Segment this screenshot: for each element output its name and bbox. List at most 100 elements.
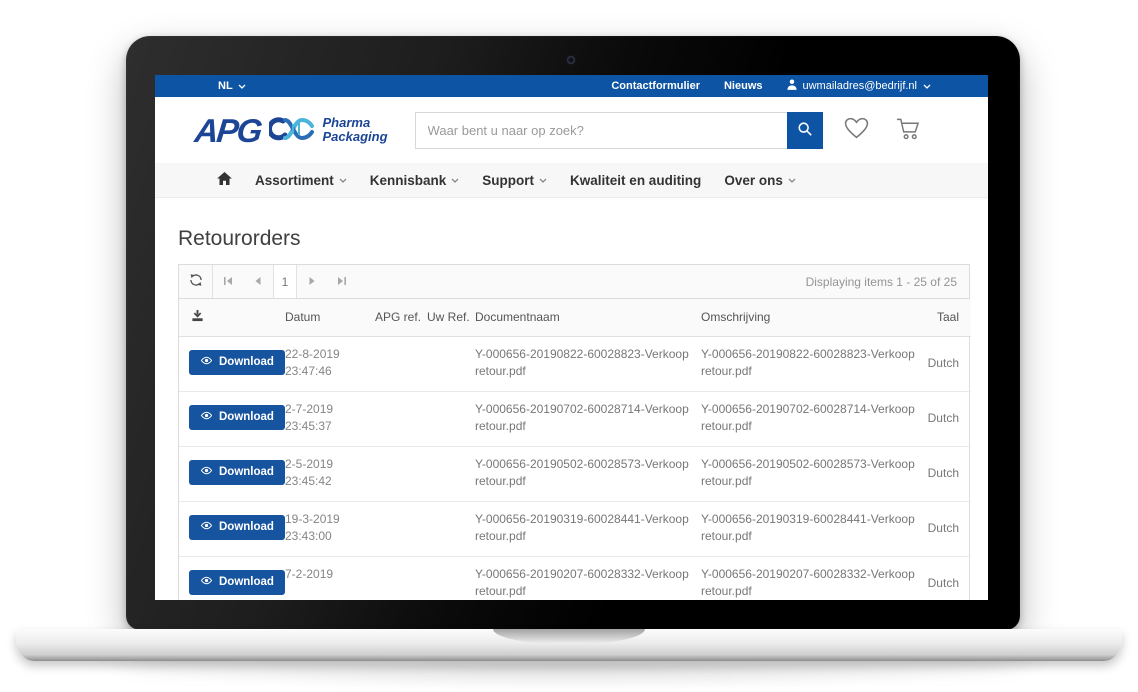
table-row: Download 2-5-2019 23:45:42 Y-000656-2019…: [179, 446, 971, 501]
language-cell: Dutch: [925, 556, 971, 600]
user-icon: [787, 79, 797, 93]
nav-kennisbank[interactable]: Kennisbank: [370, 173, 460, 188]
apg-ref-cell: [375, 446, 427, 501]
language-label: NL: [218, 80, 233, 92]
search-input[interactable]: [415, 112, 787, 149]
date-cell: 7-2-2019: [285, 556, 375, 600]
language-cell: Dutch: [925, 446, 971, 501]
download-button-label: Download: [219, 411, 274, 423]
laptop-reflection: [70, 664, 1068, 690]
laptop-mockup: NL Contactformulier Nieuws uwmailadres@b…: [0, 0, 1138, 692]
description-cell: Y-000656-20190502-60028573-Verkoop retou…: [701, 446, 925, 501]
download-button[interactable]: Download: [189, 405, 285, 430]
document-name-cell: Y-000656-20190319-60028441-Verkoop retou…: [475, 501, 701, 556]
document-name-cell: Y-000656-20190822-60028823-Verkoop retou…: [475, 336, 701, 391]
cart-button[interactable]: [896, 117, 921, 144]
webcam-icon: [567, 56, 575, 64]
wishlist-button[interactable]: [844, 117, 869, 143]
main-nav: Assortiment Kennisbank Support Kwaliteit…: [155, 163, 988, 198]
time-value: 23:43:00: [285, 528, 375, 545]
date-cell: 2-5-2019 23:45:42: [285, 446, 375, 501]
table-row: Download 7-2-2019 Y-000656-20190207-6002…: [179, 556, 971, 600]
dna-icon: [269, 113, 315, 148]
last-page-button[interactable]: [327, 265, 357, 298]
documents-table: Datum APG ref. Uw Ref. Documentnaam Omsc…: [179, 299, 971, 600]
logo-text: APG: [193, 114, 262, 147]
chevron-down-icon: [339, 178, 347, 183]
prev-page-button[interactable]: [243, 265, 273, 298]
first-page-icon: [223, 274, 233, 289]
home-icon: [217, 172, 232, 188]
column-header-taal[interactable]: Taal: [925, 299, 971, 336]
time-value: 23:45:42: [285, 473, 375, 490]
download-button[interactable]: Download: [189, 570, 285, 595]
last-page-icon: [337, 274, 347, 289]
search-button[interactable]: [787, 112, 823, 149]
table-body: Download 22-8-2019 23:47:46 Y-000656-201…: [179, 336, 971, 600]
table-row: Download 19-3-2019 23:43:00 Y-000656-201…: [179, 501, 971, 556]
download-button[interactable]: Download: [189, 350, 285, 375]
language-selector[interactable]: NL: [218, 80, 246, 92]
heart-icon: [844, 117, 869, 143]
refresh-icon: [189, 273, 203, 290]
table-header-row: Datum APG ref. Uw Ref. Documentnaam Omsc…: [179, 299, 971, 336]
eye-icon: [200, 411, 213, 423]
download-button[interactable]: Download: [189, 460, 285, 485]
download-column-header: [179, 299, 285, 336]
next-page-icon: [307, 274, 317, 289]
news-link[interactable]: Nieuws: [724, 80, 763, 92]
chevron-down-icon: [788, 178, 796, 183]
pagination-bar: 1 Displaying items 1 - 25 of 25: [179, 265, 969, 299]
column-header-uw-ref[interactable]: Uw Ref.: [427, 299, 475, 336]
top-utility-bar: NL Contactformulier Nieuws uwmailadres@b…: [155, 75, 988, 97]
apg-ref-cell: [375, 501, 427, 556]
current-page-indicator: 1: [273, 265, 297, 298]
nav-support[interactable]: Support: [482, 173, 547, 188]
eye-icon: [200, 356, 213, 368]
download-cell: Download: [179, 391, 285, 446]
nav-over-ons[interactable]: Over ons: [724, 173, 796, 188]
nav-kwaliteit[interactable]: Kwaliteit en auditing: [570, 173, 701, 188]
language-cell: Dutch: [925, 336, 971, 391]
date-cell: 19-3-2019 23:43:00: [285, 501, 375, 556]
column-header-apg-ref[interactable]: APG ref.: [375, 299, 427, 336]
chevron-down-icon: [539, 178, 547, 183]
contact-form-link[interactable]: Contactformulier: [611, 80, 700, 92]
uw-ref-cell: [427, 336, 475, 391]
user-email: uwmailadres@bedrijf.nl: [803, 80, 918, 92]
browser-viewport: NL Contactformulier Nieuws uwmailadres@b…: [155, 75, 988, 600]
eye-icon: [200, 576, 213, 588]
eye-icon: [200, 521, 213, 533]
document-name-cell: Y-000656-20190702-60028714-Verkoop retou…: [475, 391, 701, 446]
retourorders-grid: 1 Displaying items 1 - 25 of 25: [178, 264, 970, 600]
date-cell: 2-7-2019 23:45:37: [285, 391, 375, 446]
laptop-notch: [493, 629, 645, 644]
download-button[interactable]: Download: [189, 515, 285, 540]
download-column-icon: [191, 311, 204, 325]
site-header: APG Pharma Packaging: [155, 97, 988, 163]
uw-ref-cell: [427, 556, 475, 600]
date-value: 2-7-2019: [285, 401, 375, 418]
column-header-documentnaam[interactable]: Documentnaam: [475, 299, 701, 336]
chevron-down-icon: [923, 84, 931, 89]
language-cell: Dutch: [925, 391, 971, 446]
account-menu[interactable]: uwmailadres@bedrijf.nl: [787, 79, 932, 93]
first-page-button[interactable]: [213, 265, 243, 298]
language-cell: Dutch: [925, 501, 971, 556]
page-title: Retourorders: [178, 227, 970, 251]
download-cell: Download: [179, 446, 285, 501]
next-page-button[interactable]: [297, 265, 327, 298]
nav-assortiment[interactable]: Assortiment: [255, 173, 347, 188]
nav-home[interactable]: [217, 172, 232, 188]
column-header-datum[interactable]: Datum: [285, 299, 375, 336]
date-value: 7-2-2019: [285, 566, 375, 583]
column-header-omschrijving[interactable]: Omschrijving: [701, 299, 925, 336]
apg-logo[interactable]: APG Pharma Packaging: [195, 113, 388, 148]
date-cell: 22-8-2019 23:47:46: [285, 336, 375, 391]
document-name-cell: Y-000656-20190207-60028332-Verkoop retou…: [475, 556, 701, 600]
cart-icon: [896, 117, 921, 144]
description-cell: Y-000656-20190822-60028823-Verkoop retou…: [701, 336, 925, 391]
uw-ref-cell: [427, 391, 475, 446]
download-button-label: Download: [219, 521, 274, 533]
refresh-button[interactable]: [179, 265, 213, 298]
